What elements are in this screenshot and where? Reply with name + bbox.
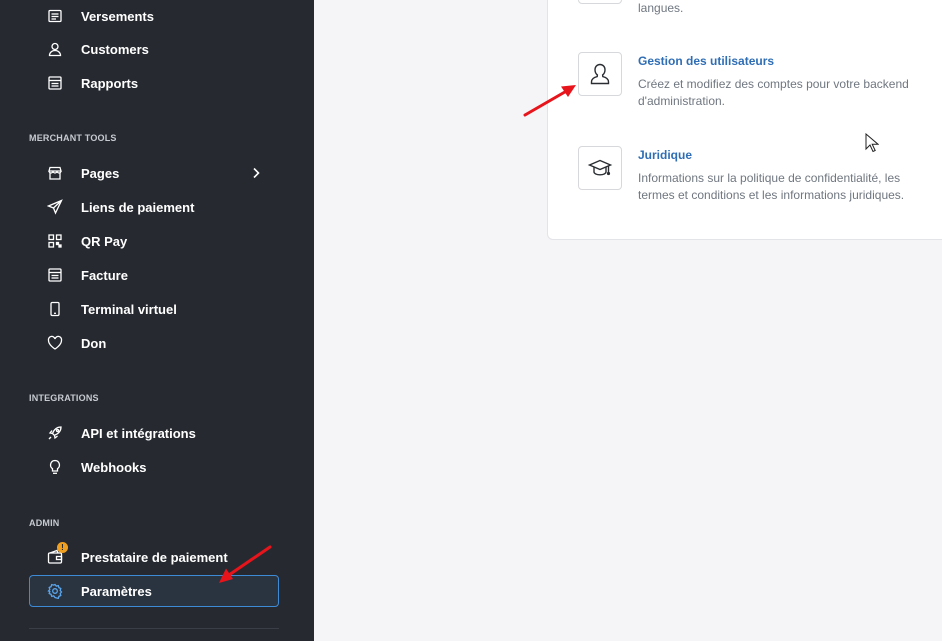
sidebar-item-label: QR Pay bbox=[81, 233, 128, 249]
user-management-tile[interactable] bbox=[578, 52, 622, 96]
receipt-icon bbox=[47, 8, 63, 24]
sidebar-item-rapports[interactable]: Rapports bbox=[29, 67, 279, 99]
legal-description: Informations sur la politique de confide… bbox=[638, 171, 905, 202]
settings-card bbox=[547, 0, 942, 240]
section-title-merchant-tools: MERCHANT TOOLS bbox=[29, 133, 117, 143]
terminal-icon bbox=[47, 301, 63, 317]
user-management-link[interactable]: Gestion des utilisateurs bbox=[638, 54, 774, 68]
sidebar-item-label: Webhooks bbox=[81, 459, 147, 475]
sidebar-item-label: Don bbox=[81, 335, 107, 351]
store-icon bbox=[47, 165, 63, 181]
sidebar-item-label: Pages bbox=[81, 165, 120, 181]
sidebar-item-terminal-virtuel[interactable]: Terminal virtuel bbox=[29, 293, 279, 325]
sidebar-item-label: Terminal virtuel bbox=[81, 301, 177, 317]
sidebar-item-don[interactable]: Don bbox=[29, 327, 279, 359]
section-title-admin: ADMIN bbox=[29, 518, 60, 528]
sidebar-item-qr-pay[interactable]: QR Pay bbox=[29, 225, 279, 257]
sidebar-item-webhooks[interactable]: Webhooks bbox=[29, 451, 279, 483]
rocket-icon bbox=[47, 425, 63, 441]
user-profile-icon bbox=[590, 63, 610, 85]
graduation-cap-icon bbox=[587, 159, 613, 176]
sidebar-item-label: Prestataire de paiement bbox=[81, 549, 228, 565]
qr-icon bbox=[47, 233, 63, 249]
sidebar-item-customers[interactable]: Customers bbox=[29, 33, 279, 65]
sidebar-item-label: Paramètres bbox=[81, 583, 152, 599]
sidebar-item-api-integrations[interactable]: API et intégrations bbox=[29, 417, 279, 449]
annotation-arrow-user-management bbox=[523, 85, 576, 117]
sidebar-item-facture[interactable]: Facture bbox=[29, 259, 279, 291]
sidebar-item-label: API et intégrations bbox=[81, 425, 196, 441]
user-management-description: Créez et modifiez des comptes pour votre… bbox=[638, 77, 909, 108]
alert-badge: ! bbox=[57, 542, 68, 553]
sidebar-item-label: Customers bbox=[81, 41, 149, 57]
gear-icon bbox=[47, 583, 63, 599]
section-title-integrations: INTEGRATIONS bbox=[29, 393, 99, 403]
send-icon bbox=[47, 199, 63, 215]
invoice-icon bbox=[47, 267, 63, 283]
sidebar-item-versements[interactable]: Versements bbox=[29, 0, 279, 32]
chevron-right-icon bbox=[253, 167, 260, 179]
heart-icon bbox=[47, 335, 63, 351]
bulb-icon bbox=[47, 459, 63, 475]
sidebar-item-label: Facture bbox=[81, 267, 128, 283]
legal-tile[interactable] bbox=[578, 146, 622, 190]
report-icon bbox=[47, 75, 63, 91]
settings-tile-partial[interactable] bbox=[578, 0, 622, 4]
user-icon bbox=[47, 41, 63, 57]
sidebar-item-label: Liens de paiement bbox=[81, 199, 195, 215]
mouse-cursor-icon bbox=[865, 133, 879, 153]
sidebar-item-pages[interactable]: Pages bbox=[29, 157, 279, 189]
annotation-arrow-parametres bbox=[219, 545, 272, 583]
legal-link[interactable]: Juridique bbox=[638, 148, 692, 162]
settings-partial-description: langues. bbox=[638, 1, 684, 15]
sidebar-item-liens-de-paiement[interactable]: Liens de paiement bbox=[29, 191, 279, 223]
sidebar-item-label: Versements bbox=[81, 8, 154, 24]
sidebar-divider bbox=[29, 628, 279, 629]
sidebar-item-label: Rapports bbox=[81, 75, 139, 91]
